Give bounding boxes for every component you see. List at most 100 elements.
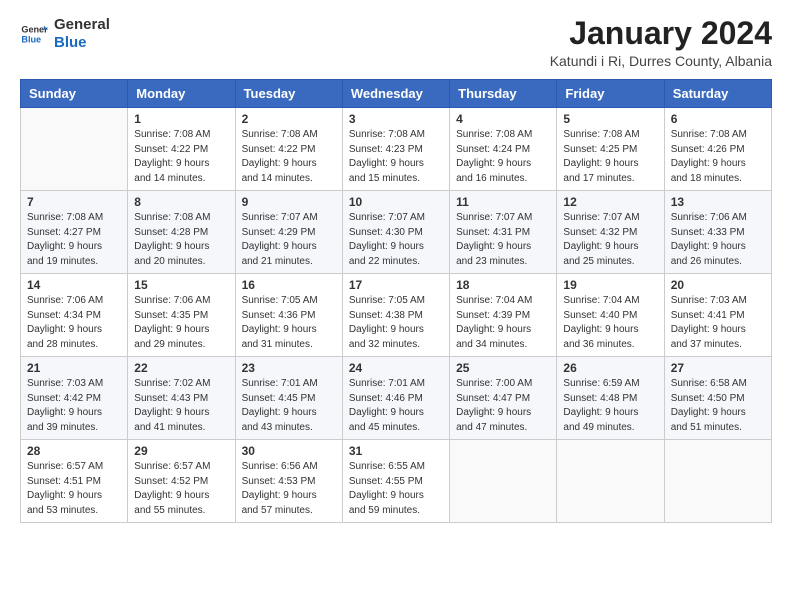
calendar-table: SundayMondayTuesdayWednesdayThursdayFrid…	[20, 79, 772, 523]
day-info: Sunrise: 6:58 AMSunset: 4:50 PMDaylight:…	[671, 377, 765, 435]
calendar-cell: 30 Sunrise: 6:56 AMSunset: 4:53 PMDayligh…	[235, 440, 342, 523]
calendar-week-row: 14Sunrise: 7:06 AMSunset: 4:34 PMDayligh…	[21, 274, 772, 357]
day-number: 30	[242, 444, 336, 458]
calendar-cell: 25 Sunrise: 7:00 AMSunset: 4:47 PMDayligh…	[450, 357, 557, 440]
day-number: 7	[27, 195, 121, 209]
day-info: Sunrise: 7:03 AMSunset: 4:41 PMDaylight:…	[671, 294, 765, 352]
calendar-cell: 13 Sunrise: 7:06 AMSunset: 4:33 PMDayligh…	[664, 191, 771, 274]
day-number: 18	[456, 278, 550, 292]
calendar-cell	[557, 440, 664, 523]
day-info: Sunrise: 7:07 AMSunset: 4:30 PMDaylight:…	[349, 211, 443, 269]
logo-text-blue: Blue	[54, 34, 110, 52]
day-info: Sunrise: 7:00 AMSunset: 4:47 PMDaylight:…	[456, 377, 550, 435]
day-number: 6	[671, 112, 765, 126]
calendar-cell: 7 Sunrise: 7:08 AMSunset: 4:27 PMDaylight…	[21, 191, 128, 274]
calendar-cell: 21Sunrise: 7:03 AMSunset: 4:42 PMDayligh…	[21, 357, 128, 440]
page: General Blue General Blue January 2024 K…	[0, 0, 792, 612]
calendar-cell: 23 Sunrise: 7:01 AMSunset: 4:45 PMDayligh…	[235, 357, 342, 440]
calendar-cell: 20Sunrise: 7:03 AMSunset: 4:41 PMDayligh…	[664, 274, 771, 357]
weekday-header-wednesday: Wednesday	[342, 80, 449, 108]
weekday-header-saturday: Saturday	[664, 80, 771, 108]
calendar-cell	[664, 440, 771, 523]
calendar-cell: 26 Sunrise: 6:59 AMSunset: 4:48 PMDayligh…	[557, 357, 664, 440]
calendar-cell: 4 Sunrise: 7:08 AMSunset: 4:24 PMDaylight…	[450, 108, 557, 191]
day-info: Sunrise: 6:59 AMSunset: 4:48 PMDaylight:…	[563, 377, 657, 435]
day-info: Sunrise: 7:08 AMSunset: 4:25 PMDaylight:…	[563, 128, 657, 186]
day-number: 19	[563, 278, 657, 292]
calendar-week-row: 7 Sunrise: 7:08 AMSunset: 4:27 PMDaylight…	[21, 191, 772, 274]
day-info: Sunrise: 7:06 AMSunset: 4:33 PMDaylight:…	[671, 211, 765, 269]
calendar-cell: 29Sunrise: 6:57 AMSunset: 4:52 PMDayligh…	[128, 440, 235, 523]
day-number: 24	[349, 361, 443, 375]
calendar-cell: 31 Sunrise: 6:55 AMSunset: 4:55 PMDayligh…	[342, 440, 449, 523]
calendar-cell: 14Sunrise: 7:06 AMSunset: 4:34 PMDayligh…	[21, 274, 128, 357]
day-info: Sunrise: 7:05 AMSunset: 4:36 PMDaylight:…	[242, 294, 336, 352]
day-info: Sunrise: 6:56 AMSunset: 4:53 PMDaylight:…	[242, 460, 336, 518]
day-number: 31	[349, 444, 443, 458]
calendar-cell: 5 Sunrise: 7:08 AMSunset: 4:25 PMDaylight…	[557, 108, 664, 191]
calendar-cell: 22Sunrise: 7:02 AMSunset: 4:43 PMDayligh…	[128, 357, 235, 440]
day-number: 27	[671, 361, 765, 375]
day-info: Sunrise: 7:08 AMSunset: 4:26 PMDaylight:…	[671, 128, 765, 186]
day-info: Sunrise: 7:07 AMSunset: 4:29 PMDaylight:…	[242, 211, 336, 269]
calendar-cell	[450, 440, 557, 523]
day-info: Sunrise: 7:01 AMSunset: 4:46 PMDaylight:…	[349, 377, 443, 435]
calendar-cell: 28Sunrise: 6:57 AMSunset: 4:51 PMDayligh…	[21, 440, 128, 523]
calendar-cell: 11 Sunrise: 7:07 AMSunset: 4:31 PMDayligh…	[450, 191, 557, 274]
calendar-cell: 1Sunrise: 7:08 AMSunset: 4:22 PMDaylight…	[128, 108, 235, 191]
day-info: Sunrise: 7:08 AMSunset: 4:27 PMDaylight:…	[27, 211, 121, 269]
calendar-header-row: SundayMondayTuesdayWednesdayThursdayFrid…	[21, 80, 772, 108]
page-subtitle: Katundi i Ri, Durres County, Albania	[550, 53, 772, 69]
calendar-cell: 10 Sunrise: 7:07 AMSunset: 4:30 PMDayligh…	[342, 191, 449, 274]
day-number: 4	[456, 112, 550, 126]
calendar-cell: 3 Sunrise: 7:08 AMSunset: 4:23 PMDaylight…	[342, 108, 449, 191]
calendar-week-row: 21Sunrise: 7:03 AMSunset: 4:42 PMDayligh…	[21, 357, 772, 440]
calendar-cell: 9 Sunrise: 7:07 AMSunset: 4:29 PMDaylight…	[235, 191, 342, 274]
day-info: Sunrise: 6:57 AMSunset: 4:51 PMDaylight:…	[27, 460, 121, 518]
day-number: 5	[563, 112, 657, 126]
day-info: Sunrise: 6:55 AMSunset: 4:55 PMDaylight:…	[349, 460, 443, 518]
day-info: Sunrise: 7:03 AMSunset: 4:42 PMDaylight:…	[27, 377, 121, 435]
logo: General Blue General Blue	[20, 16, 110, 52]
day-number: 9	[242, 195, 336, 209]
day-info: Sunrise: 7:08 AMSunset: 4:24 PMDaylight:…	[456, 128, 550, 186]
day-info: Sunrise: 7:08 AMSunset: 4:22 PMDaylight:…	[242, 128, 336, 186]
day-info: Sunrise: 7:08 AMSunset: 4:22 PMDaylight:…	[134, 128, 228, 186]
weekday-header-monday: Monday	[128, 80, 235, 108]
calendar-cell: 15Sunrise: 7:06 AMSunset: 4:35 PMDayligh…	[128, 274, 235, 357]
day-number: 2	[242, 112, 336, 126]
weekday-header-tuesday: Tuesday	[235, 80, 342, 108]
day-number: 26	[563, 361, 657, 375]
calendar-cell: 16Sunrise: 7:05 AMSunset: 4:36 PMDayligh…	[235, 274, 342, 357]
logo-text-general: General	[54, 16, 110, 34]
day-number: 11	[456, 195, 550, 209]
day-info: Sunrise: 7:07 AMSunset: 4:31 PMDaylight:…	[456, 211, 550, 269]
day-info: Sunrise: 7:08 AMSunset: 4:23 PMDaylight:…	[349, 128, 443, 186]
calendar-cell: 17 Sunrise: 7:05 AMSunset: 4:38 PMDayligh…	[342, 274, 449, 357]
day-number: 25	[456, 361, 550, 375]
day-number: 23	[242, 361, 336, 375]
day-info: Sunrise: 7:04 AMSunset: 4:39 PMDaylight:…	[456, 294, 550, 352]
calendar-cell: 12Sunrise: 7:07 AMSunset: 4:32 PMDayligh…	[557, 191, 664, 274]
logo-icon: General Blue	[20, 20, 48, 48]
calendar-cell: 8Sunrise: 7:08 AMSunset: 4:28 PMDaylight…	[128, 191, 235, 274]
weekday-header-sunday: Sunday	[21, 80, 128, 108]
day-number: 8	[134, 195, 228, 209]
calendar-cell	[21, 108, 128, 191]
day-info: Sunrise: 7:07 AMSunset: 4:32 PMDaylight:…	[563, 211, 657, 269]
day-number: 10	[349, 195, 443, 209]
day-number: 13	[671, 195, 765, 209]
calendar-cell: 24 Sunrise: 7:01 AMSunset: 4:46 PMDayligh…	[342, 357, 449, 440]
title-block: January 2024 Katundi i Ri, Durres County…	[550, 16, 772, 69]
calendar-cell: 18 Sunrise: 7:04 AMSunset: 4:39 PMDayligh…	[450, 274, 557, 357]
day-number: 17	[349, 278, 443, 292]
day-info: Sunrise: 7:06 AMSunset: 4:34 PMDaylight:…	[27, 294, 121, 352]
calendar-cell: 6 Sunrise: 7:08 AMSunset: 4:26 PMDaylight…	[664, 108, 771, 191]
calendar-week-row: 1Sunrise: 7:08 AMSunset: 4:22 PMDaylight…	[21, 108, 772, 191]
calendar-cell: 2 Sunrise: 7:08 AMSunset: 4:22 PMDaylight…	[235, 108, 342, 191]
day-info: Sunrise: 7:05 AMSunset: 4:38 PMDaylight:…	[349, 294, 443, 352]
weekday-header-friday: Friday	[557, 80, 664, 108]
day-info: Sunrise: 7:01 AMSunset: 4:45 PMDaylight:…	[242, 377, 336, 435]
day-info: Sunrise: 7:04 AMSunset: 4:40 PMDaylight:…	[563, 294, 657, 352]
day-number: 3	[349, 112, 443, 126]
